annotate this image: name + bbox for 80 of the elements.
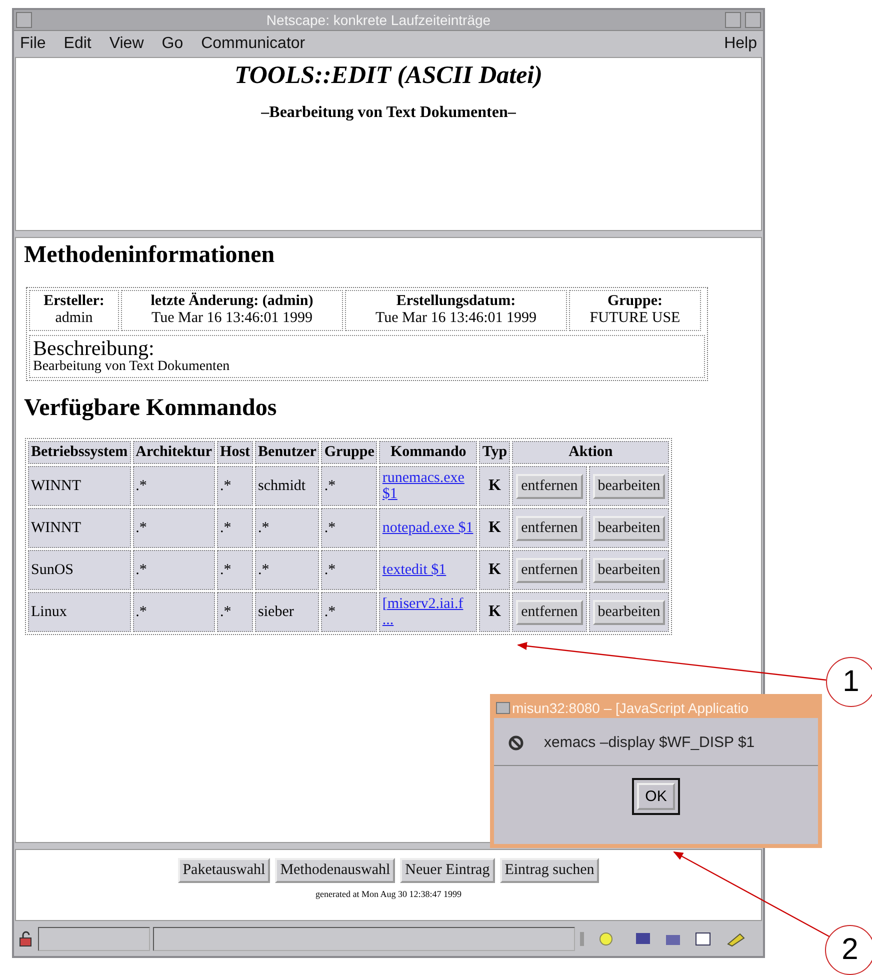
nav-button[interactable]: Eintrag suchen: [500, 858, 600, 883]
table-cell: .*: [132, 466, 216, 506]
table-cell: .*: [217, 466, 254, 506]
menu-item[interactable]: File: [20, 35, 46, 53]
table-cell: .*: [321, 550, 378, 590]
callout-number: 2: [825, 925, 872, 975]
header-cell: Betriebssystem: [28, 441, 131, 464]
prohibited-icon: [508, 734, 524, 750]
menu-item[interactable]: Go: [162, 35, 184, 53]
description-text: Bearbeitung von Text Dokumenten: [33, 359, 231, 375]
header-cell: Host: [217, 441, 254, 464]
table-cell: sieber: [255, 592, 320, 632]
dialog-title: misun32:8080 – [JavaScript Applicatio: [512, 700, 749, 716]
menu-item[interactable]: Help: [724, 35, 757, 53]
generated-note: generated at Mon Aug 30 12:38:47 1999: [316, 889, 462, 899]
header-cell: Aktion: [512, 441, 670, 464]
edit-button[interactable]: bearbeiten: [592, 600, 666, 624]
field-value: FUTURE USE: [588, 310, 682, 327]
table-cell: .*: [255, 550, 320, 590]
command-link[interactable]: runemacs.exe $1: [382, 470, 474, 502]
field-label: letzte Änderung: (admin): [150, 293, 314, 310]
menu-item[interactable]: Communicator: [201, 35, 306, 53]
table-cell: .*: [132, 592, 216, 632]
field-label: Erstellungsdatum:: [395, 293, 517, 310]
header-cell: Typ: [479, 441, 510, 464]
edit-button[interactable]: bearbeiten: [592, 474, 666, 498]
dialog-message: xemacs –display $WF_DISP $1: [544, 734, 755, 751]
command-link[interactable]: notepad.exe $1: [382, 520, 474, 536]
edit-button[interactable]: bearbeiten: [592, 516, 666, 540]
header-cell: Gruppe: [321, 441, 378, 464]
command-link[interactable]: textedit $1: [382, 562, 446, 578]
nav-button[interactable]: Methodenauswahl: [275, 858, 396, 883]
header-cell: Architektur: [132, 441, 216, 464]
section-heading: Methodeninformationen: [24, 242, 276, 269]
table-cell: .*: [321, 466, 378, 506]
page-subtitle: –Bearbeitung von Text Dokumenten–: [260, 104, 517, 122]
table-cell: .*: [217, 592, 254, 632]
window-menu-button[interactable]: [496, 702, 510, 714]
table-cell: .*: [217, 508, 254, 548]
table-cell: .*: [217, 550, 254, 590]
table-cell: WINNT: [28, 466, 131, 506]
header-cell: Benutzer: [255, 441, 320, 464]
ok-button[interactable]: OK: [632, 778, 680, 815]
description-label: Beschreibung:: [33, 337, 156, 359]
callout-number: 1: [826, 657, 872, 707]
command-link[interactable]: [miserv2.iai.f ...: [382, 596, 474, 628]
remove-button[interactable]: entfernen: [516, 516, 583, 540]
field-value: Tue Mar 16 13:46:01 1999: [150, 310, 314, 327]
type-cell: K: [479, 592, 510, 632]
field-label: Ersteller:: [42, 293, 106, 310]
table-cell: SunOS: [28, 550, 131, 590]
table-cell: .*: [132, 550, 216, 590]
remove-button[interactable]: entfernen: [516, 558, 583, 582]
maximize-button[interactable]: [745, 12, 761, 28]
menu-item[interactable]: Edit: [64, 35, 92, 53]
table-cell: .*: [255, 508, 320, 548]
field-value: Tue Mar 16 13:46:01 1999: [374, 310, 538, 327]
nav-button[interactable]: Paketauswahl: [178, 858, 270, 883]
table-cell: Linux: [28, 592, 131, 632]
menu-item[interactable]: View: [109, 35, 144, 53]
window-title: Netscape: konkrete Laufzeiteinträge: [265, 12, 492, 28]
edit-button[interactable]: bearbeiten: [592, 558, 666, 582]
table-cell: .*: [321, 592, 378, 632]
field-value: admin: [54, 310, 94, 327]
table-cell: schmidt: [255, 466, 320, 506]
header-cell: Kommando: [379, 441, 478, 464]
type-cell: K: [479, 508, 510, 548]
remove-button[interactable]: entfernen: [516, 600, 583, 624]
nav-button[interactable]: Neuer Eintrag: [400, 858, 495, 883]
page-title: TOOLS::EDIT (ASCII Datei): [234, 61, 544, 90]
table-cell: .*: [132, 508, 216, 548]
table-cell: WINNT: [28, 508, 131, 548]
type-cell: K: [479, 466, 510, 506]
type-cell: K: [479, 550, 510, 590]
window-menu-button[interactable]: [16, 12, 32, 28]
remove-button[interactable]: entfernen: [516, 474, 583, 498]
table-cell: .*: [321, 508, 378, 548]
minimize-button[interactable]: [725, 12, 741, 28]
field-label: Gruppe:: [606, 293, 664, 310]
section-heading: Verfügbare Kommandos: [24, 395, 278, 422]
